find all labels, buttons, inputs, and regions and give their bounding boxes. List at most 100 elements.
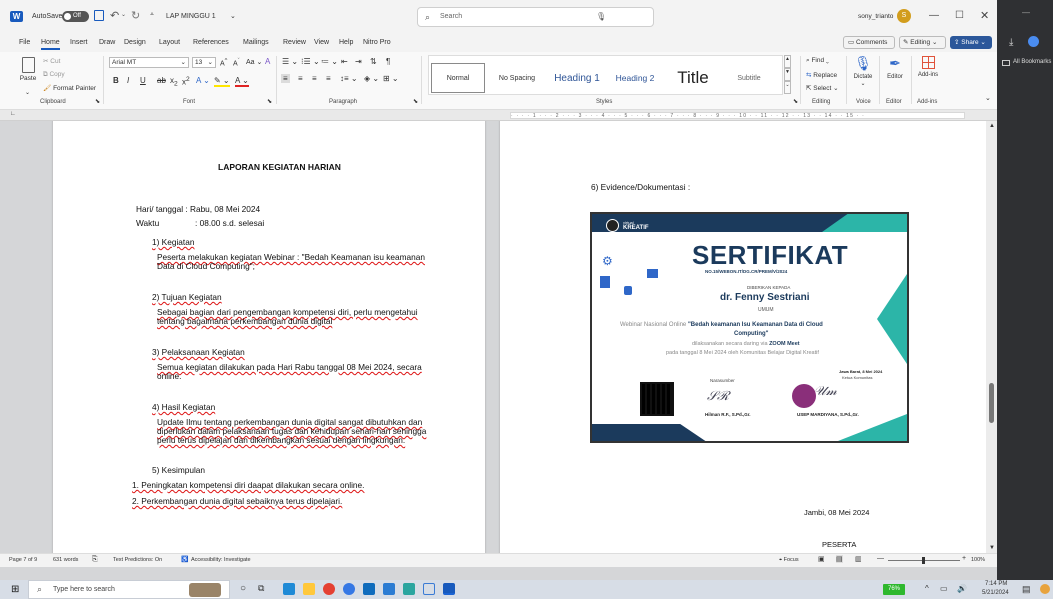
account-name[interactable]: sony_trianto: [858, 13, 893, 20]
browser-profile-icon[interactable]: [1028, 36, 1039, 47]
document-canvas[interactable]: LAPORAN KEGIATAN HARIAN Hari/ tanggal : …: [0, 121, 986, 553]
styles-launcher-icon[interactable]: ⬊: [793, 98, 798, 105]
paste-button[interactable]: Paste: [18, 55, 38, 93]
word-count[interactable]: 631 words: [53, 557, 78, 563]
tab-nitro-pro[interactable]: Nitro Pro: [363, 39, 391, 46]
format-painter-button[interactable]: 🖌 Format Painter: [43, 84, 96, 92]
clock-date[interactable]: 5/21/2024: [982, 590, 1009, 596]
style-subtitle[interactable]: Subtitle: [725, 63, 773, 93]
download-icon[interactable]: ⤓: [1009, 37, 1013, 48]
search-box[interactable]: ⌕ Search 🎙: [417, 7, 654, 27]
zoom-level[interactable]: 100%: [971, 557, 985, 563]
select-button[interactable]: ⇱ Select ⌄: [806, 84, 839, 92]
proofing-icon[interactable]: ⎘: [92, 556, 98, 564]
justify-icon[interactable]: ≡: [326, 74, 331, 83]
minimize-icon[interactable]: —: [929, 10, 939, 21]
paste-dropdown-icon[interactable]: ⌄: [25, 89, 30, 96]
zoom-slider[interactable]: [888, 557, 960, 564]
editor-button[interactable]: ✒ Editor: [884, 55, 906, 80]
styles-scroll-up[interactable]: ▲: [784, 55, 791, 68]
focus-button[interactable]: ⌖ Focus: [779, 557, 799, 564]
task-view-icon[interactable]: ⧉: [258, 583, 264, 594]
tab-view[interactable]: View: [314, 39, 329, 46]
chevron-up-icon[interactable]: ^: [925, 584, 929, 593]
styles-scroll-down[interactable]: ▼: [784, 68, 791, 81]
page-7[interactable]: LAPORAN KEGIATAN HARIAN Hari/ tanggal : …: [53, 121, 485, 553]
align-left-icon[interactable]: ≡: [281, 74, 290, 83]
style-title[interactable]: Title: [665, 63, 721, 93]
shrink-font-icon[interactable]: Aˇ: [233, 58, 240, 67]
taskbar-app-icon[interactable]: [1040, 584, 1050, 594]
tab-review[interactable]: Review: [283, 39, 306, 46]
print-layout-icon[interactable]: ▤: [836, 555, 843, 563]
volume-icon[interactable]: 🔊: [957, 584, 967, 593]
decrease-indent-icon[interactable]: ⇤: [341, 57, 348, 66]
italic-icon[interactable]: I: [127, 76, 129, 85]
text-effects-icon[interactable]: A ⌄: [196, 76, 210, 85]
vertical-scrollbar[interactable]: ▲ ▼: [986, 121, 997, 553]
bullets-icon[interactable]: ☰ ⌄: [282, 57, 298, 66]
style-heading-1[interactable]: Heading 1: [547, 63, 607, 93]
customize-qat-icon[interactable]: ⩡: [150, 11, 154, 19]
tab-insert[interactable]: Insert: [70, 39, 88, 46]
font-launcher-icon[interactable]: ⬊: [267, 98, 272, 105]
avatar[interactable]: S: [897, 9, 911, 23]
style-heading-2[interactable]: Heading 2: [609, 63, 661, 93]
highlight-color-icon[interactable]: ✎ ⌄: [214, 76, 230, 87]
comments-button[interactable]: ▭ Comments: [843, 36, 895, 49]
page-8[interactable]: 6) Evidence/Dokumentasi : virtual KREATI…: [500, 121, 986, 553]
clock-time[interactable]: 7:14 PM: [985, 581, 1007, 587]
collapse-ribbon-icon[interactable]: ⌄: [985, 94, 991, 102]
styles-more[interactable]: ⌄: [784, 81, 791, 94]
ruler-scale[interactable]: · · · · 1 · · · 2 · · · 3 · · · 4 · · · …: [510, 112, 965, 119]
tab-file[interactable]: File: [19, 39, 30, 46]
font-name-select[interactable]: Arial MT ⌄: [109, 57, 189, 68]
superscript-icon[interactable]: x2: [182, 76, 190, 87]
addins-button[interactable]: Add-ins: [915, 55, 941, 78]
bold-icon[interactable]: B: [113, 76, 119, 85]
strikethrough-icon[interactable]: ab: [157, 76, 166, 85]
find-button[interactable]: ⌕ Find ⌄: [806, 57, 829, 65]
tab-design[interactable]: Design: [124, 39, 146, 46]
borders-icon[interactable]: ⊞ ⌄: [383, 74, 399, 83]
align-center-icon[interactable]: ≡: [298, 74, 303, 83]
clipboard-launcher-icon[interactable]: ⬊: [95, 98, 100, 105]
dictate-button[interactable]: 🎙 Dictate ⌄: [851, 55, 875, 87]
network-icon[interactable]: ▭: [940, 584, 948, 593]
certificate-image[interactable]: virtual KREATIF ⚙ SERTIFIKAT NO.15/WEBON…: [590, 212, 909, 443]
font-color-icon[interactable]: A ⌄: [235, 76, 249, 87]
copy-button[interactable]: ⧉ Copy: [43, 71, 65, 79]
document-name[interactable]: LAP MINGGU 1: [166, 13, 216, 20]
taskbar-app-icon[interactable]: [403, 583, 415, 595]
replace-button[interactable]: ⇆ Replace: [806, 71, 837, 79]
tab-home[interactable]: Home: [41, 39, 60, 50]
tab-selector-icon[interactable]: ∟: [10, 111, 16, 117]
save-icon[interactable]: [94, 10, 104, 21]
multilevel-list-icon[interactable]: ≔ ⌄: [321, 57, 338, 66]
tab-layout[interactable]: Layout: [159, 39, 180, 46]
tab-help[interactable]: Help: [339, 39, 353, 46]
undo-icon[interactable]: ↶: [110, 9, 119, 22]
redo-icon[interactable]: ↻: [131, 9, 140, 22]
notification-icon[interactable]: ▤: [1022, 584, 1031, 595]
numbering-icon[interactable]: ⁝☰ ⌄: [301, 57, 320, 66]
tab-references[interactable]: References: [193, 39, 229, 46]
autosave-toggle[interactable]: Off: [62, 11, 89, 22]
all-bookmarks-link[interactable]: All Bookmarks: [1013, 59, 1051, 65]
subscript-icon[interactable]: x2: [170, 76, 178, 88]
taskbar-app-icon[interactable]: [363, 583, 375, 595]
paragraph-launcher-icon[interactable]: ⬊: [413, 98, 418, 105]
cortana-icon[interactable]: ○: [240, 583, 246, 594]
grow-font-icon[interactable]: A^: [220, 58, 227, 67]
cut-button[interactable]: ✂ Cut: [43, 57, 60, 65]
editing-mode-button[interactable]: ✎ Editing ⌄: [899, 36, 946, 49]
windows-start-icon[interactable]: ⊞: [11, 584, 19, 595]
scroll-thumb[interactable]: [989, 383, 994, 423]
browser-minimize-icon[interactable]: —: [1022, 8, 1030, 17]
battery-indicator[interactable]: 76%: [883, 584, 905, 595]
taskbar-app-icon[interactable]: [383, 583, 395, 595]
taskbar-app-icon[interactable]: [423, 583, 435, 595]
taskbar-app-icon[interactable]: [343, 583, 355, 595]
share-button[interactable]: ⇪ Share ⌄: [950, 36, 992, 49]
bookmark-folder-icon[interactable]: [1002, 60, 1010, 66]
